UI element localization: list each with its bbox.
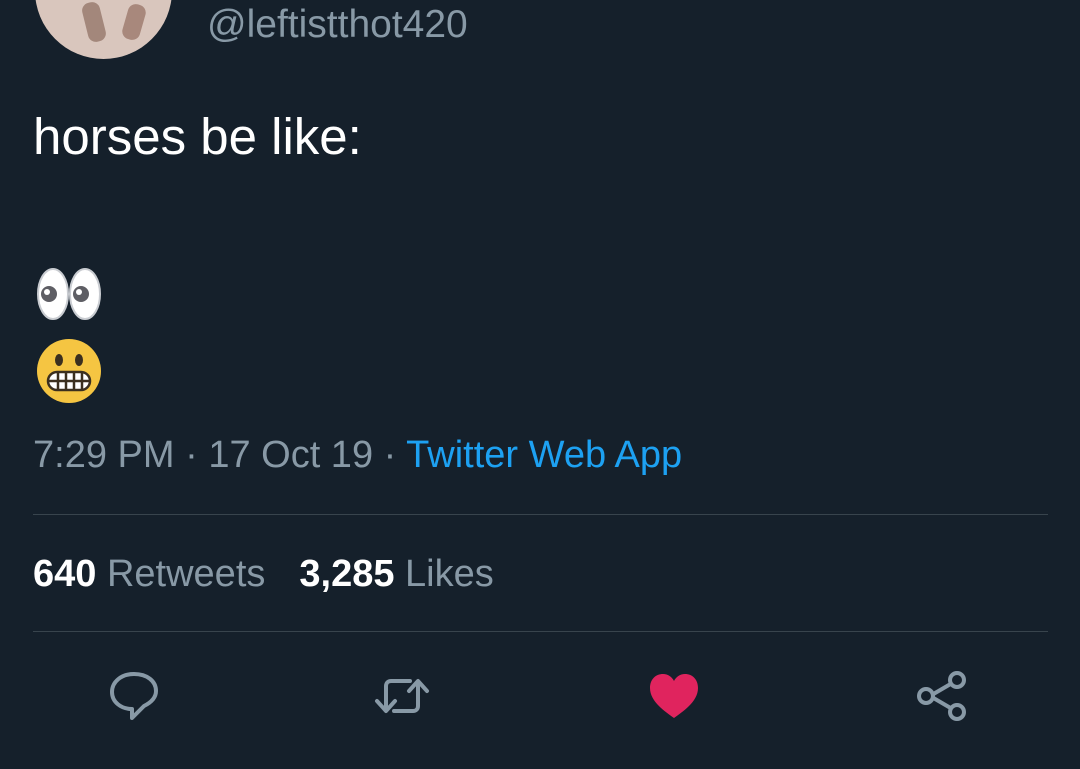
like-button[interactable]: [646, 668, 702, 724]
retweet-icon: [375, 679, 429, 713]
tweet-date[interactable]: 17 Oct 19: [208, 434, 373, 476]
reply-icon: [110, 672, 158, 720]
share-icon: [917, 671, 966, 721]
likes-label: Likes: [405, 553, 494, 595]
tweet-time[interactable]: 7:29 PM: [33, 434, 175, 476]
meta-separator: ·: [383, 434, 397, 476]
meta-separator: ·: [185, 434, 198, 476]
tweet-text: horses be like:: [33, 108, 362, 165]
likes-count: 3,285: [299, 553, 395, 595]
share-button[interactable]: [914, 668, 970, 724]
tweet-source-link[interactable]: Twitter Web App: [406, 434, 682, 476]
tweet-meta: 7:29 PM · 17 Oct 19 · Twitter Web App: [33, 432, 682, 478]
retweets-stat[interactable]: 640 Retweets: [33, 553, 265, 595]
retweet-button[interactable]: [374, 668, 430, 724]
eyes-emoji: [37, 268, 101, 320]
retweets-label: Retweets: [106, 553, 266, 595]
likes-stat[interactable]: 3,285 Likes: [299, 553, 493, 595]
divider: [33, 631, 1048, 632]
heart-icon: [650, 674, 698, 718]
divider: [33, 514, 1048, 515]
author-handle[interactable]: @leftistthot420: [207, 2, 468, 48]
tweet-stats: 640 Retweets 3,285 Likes: [33, 551, 494, 597]
avatar-photo-detail: [120, 2, 148, 42]
retweets-count: 640: [33, 553, 97, 595]
grimacing-face-emoji: [37, 339, 101, 403]
avatar[interactable]: [35, 0, 172, 59]
avatar-photo-detail: [80, 0, 108, 44]
reply-button[interactable]: [106, 668, 162, 724]
